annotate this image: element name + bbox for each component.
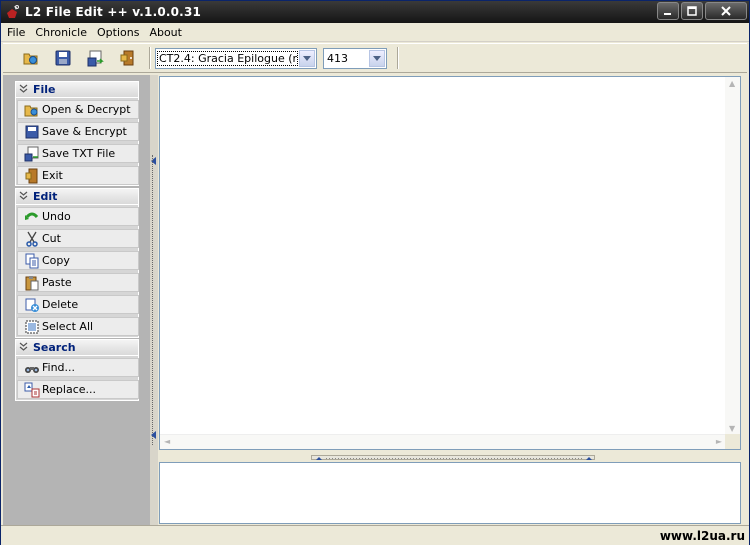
toolbar: CT2.4: Gracia Epilogue (ru) 413 bbox=[3, 43, 747, 73]
app-logo-icon[interactable] bbox=[5, 4, 21, 20]
delete-icon bbox=[24, 297, 40, 313]
find-button[interactable]: Find... bbox=[17, 358, 139, 377]
delete-label: Delete bbox=[42, 298, 79, 311]
toolbar-separator bbox=[149, 47, 151, 69]
binoculars-icon bbox=[24, 360, 40, 376]
save-txt-icon bbox=[87, 50, 104, 67]
open-decrypt-button[interactable]: Open & Decrypt bbox=[17, 100, 139, 119]
horizontal-splitter[interactable] bbox=[159, 453, 741, 461]
collapse-chevron-icon bbox=[19, 191, 31, 203]
clipboard-icon bbox=[24, 275, 40, 291]
output-pane[interactable] bbox=[159, 462, 741, 524]
collapse-left-arrow-icon[interactable] bbox=[151, 431, 157, 439]
copy-label: Copy bbox=[42, 254, 70, 267]
replace-label: Replace... bbox=[42, 383, 97, 396]
save-encrypt-icon bbox=[55, 50, 71, 66]
version-dropdown-button[interactable] bbox=[369, 49, 385, 67]
paste-label: Paste bbox=[42, 276, 72, 289]
select-all-button[interactable]: Select All bbox=[17, 317, 139, 336]
window-title: L2 File Edit ++ v.1.0.0.31 bbox=[25, 5, 202, 19]
version-select[interactable]: 413 bbox=[323, 47, 387, 69]
copy-button[interactable]: Copy bbox=[17, 251, 139, 270]
undo-arrow-icon bbox=[24, 209, 40, 225]
close-button[interactable] bbox=[705, 2, 747, 20]
scissors-icon bbox=[24, 231, 40, 247]
chronicle-dropdown-button[interactable] bbox=[299, 49, 315, 67]
undo-label: Undo bbox=[42, 210, 71, 223]
menu-about[interactable]: About bbox=[145, 26, 186, 39]
menu-options[interactable]: Options bbox=[93, 26, 143, 39]
cut-button[interactable]: Cut bbox=[17, 229, 139, 248]
menu-bar: File Chronicle Options About bbox=[1, 23, 749, 42]
menu-file[interactable]: File bbox=[3, 26, 29, 39]
close-icon bbox=[721, 6, 731, 16]
scroll-up-arrow-icon[interactable]: ▲ bbox=[729, 79, 735, 88]
version-select-value: 413 bbox=[327, 51, 348, 65]
folder-open-icon bbox=[24, 102, 40, 118]
horizontal-scrollbar[interactable]: ◄ ► bbox=[160, 434, 726, 449]
find-label: Find... bbox=[42, 361, 76, 374]
horizontal-splitter-grip[interactable] bbox=[311, 455, 595, 460]
exit-door-icon bbox=[24, 168, 40, 184]
open-decrypt-label: Open & Decrypt bbox=[42, 103, 131, 116]
chevron-down-icon bbox=[303, 55, 311, 61]
search-group-title: Search bbox=[33, 341, 76, 354]
scroll-down-arrow-icon[interactable]: ▼ bbox=[729, 424, 735, 433]
watermark-text: www.l2ua.ru bbox=[659, 529, 745, 543]
toolbar-save-txt-button[interactable] bbox=[83, 47, 107, 69]
title-bar[interactable]: L2 File Edit ++ v.1.0.0.31 bbox=[1, 1, 749, 23]
replace-button[interactable]: Replace... bbox=[17, 380, 139, 399]
save-txt-icon bbox=[24, 146, 40, 162]
delete-button[interactable]: Delete bbox=[17, 295, 139, 314]
menu-chronicle[interactable]: Chronicle bbox=[31, 26, 91, 39]
status-bar: www.l2ua.ru bbox=[1, 525, 749, 545]
splitter-grip bbox=[152, 155, 156, 445]
toolbar-exit-button[interactable] bbox=[115, 47, 139, 69]
save-txt-label: Save TXT File bbox=[42, 147, 116, 160]
text-editor[interactable]: ▲ ▼ ◄ ► bbox=[159, 76, 741, 450]
edit-group-title: Edit bbox=[33, 190, 58, 203]
select-all-icon bbox=[24, 319, 40, 335]
minimize-icon bbox=[664, 13, 671, 15]
save-txt-button[interactable]: Save TXT File bbox=[17, 144, 139, 163]
chronicle-select[interactable]: CT2.4: Gracia Epilogue (ru) bbox=[155, 47, 317, 69]
replace-icon bbox=[24, 382, 40, 398]
toolbar-save-encrypt-button[interactable] bbox=[51, 47, 75, 69]
exit-button[interactable]: Exit bbox=[17, 166, 139, 185]
edit-group-header[interactable]: Edit bbox=[15, 188, 139, 205]
cut-label: Cut bbox=[42, 232, 61, 245]
chronicle-select-value: CT2.4: Gracia Epilogue (ru) bbox=[157, 50, 298, 66]
scroll-left-arrow-icon[interactable]: ◄ bbox=[164, 437, 170, 446]
select-all-label: Select All bbox=[42, 320, 94, 333]
app-window: L2 File Edit ++ v.1.0.0.31 File Chronicl… bbox=[0, 0, 750, 545]
maximize-button[interactable] bbox=[681, 2, 703, 20]
paste-button[interactable]: Paste bbox=[17, 273, 139, 292]
collapse-chevron-icon bbox=[19, 342, 31, 354]
undo-button[interactable]: Undo bbox=[17, 207, 139, 226]
save-encrypt-label: Save & Encrypt bbox=[42, 125, 127, 138]
scrollbar-corner bbox=[725, 434, 740, 449]
exit-label: Exit bbox=[42, 169, 63, 182]
open-decrypt-icon bbox=[23, 53, 38, 65]
save-encrypt-button[interactable]: Save & Encrypt bbox=[17, 122, 139, 141]
search-group-header[interactable]: Search bbox=[15, 339, 139, 356]
chevron-down-icon bbox=[373, 55, 381, 61]
file-group-title: File bbox=[33, 83, 56, 96]
file-group-header[interactable]: File bbox=[15, 81, 139, 98]
scroll-right-arrow-icon[interactable]: ► bbox=[716, 437, 722, 446]
maximize-icon bbox=[687, 6, 697, 16]
minimize-button[interactable] bbox=[657, 2, 679, 20]
toolbar-open-decrypt-button[interactable] bbox=[19, 47, 43, 69]
collapse-chevron-icon bbox=[19, 84, 31, 96]
vertical-splitter[interactable] bbox=[150, 75, 158, 525]
task-panel: File Open & Decrypt Save & Encrypt Save … bbox=[3, 75, 151, 525]
exit-icon bbox=[120, 50, 134, 66]
vertical-scrollbar[interactable]: ▲ ▼ bbox=[725, 77, 740, 435]
floppy-disk-icon bbox=[24, 124, 40, 140]
copy-pages-icon bbox=[24, 253, 40, 269]
toolbar-separator bbox=[397, 47, 399, 69]
